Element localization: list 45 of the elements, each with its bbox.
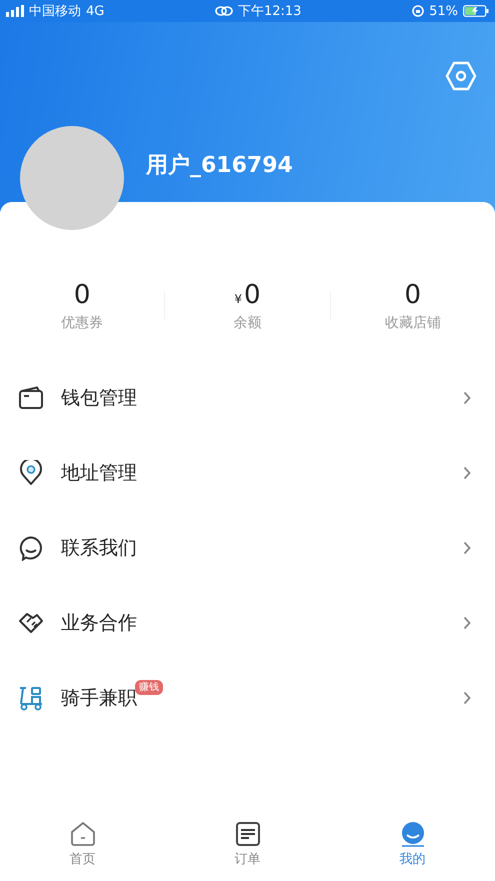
menu-label: 骑手兼职 bbox=[61, 686, 137, 710]
signal-icon bbox=[6, 5, 24, 17]
lock-rotation-icon bbox=[412, 5, 424, 17]
wallet-icon bbox=[18, 384, 44, 410]
stat-value: 0 bbox=[404, 280, 422, 310]
battery-percent: 51% bbox=[429, 4, 458, 18]
tab-item[interactable]: 订单 bbox=[165, 811, 330, 868]
chevron-icon bbox=[463, 690, 471, 704]
username: 用户_616794 bbox=[146, 152, 294, 180]
menu-label: 地址管理 bbox=[61, 460, 137, 484]
stat-item[interactable]: 0 优惠券 bbox=[0, 280, 164, 332]
currency-sign: ¥ bbox=[234, 292, 242, 306]
carrier-name: 中国移动 bbox=[29, 3, 81, 20]
stat-value: 0 bbox=[244, 280, 261, 310]
chat-bubble-icon bbox=[18, 534, 44, 560]
tab-item[interactable]: 首页 bbox=[0, 811, 165, 868]
badge: 赚钱 bbox=[135, 680, 163, 694]
link-icon bbox=[214, 5, 233, 17]
tab-item[interactable]: 我的 bbox=[330, 811, 495, 868]
stat-label: 余额 bbox=[233, 314, 262, 332]
stat-value: 0 bbox=[74, 280, 90, 310]
stat-label: 优惠券 bbox=[61, 314, 104, 332]
stat-item[interactable]: ¥0 余额 bbox=[165, 280, 330, 332]
menu-item[interactable]: 联系我们 bbox=[0, 510, 495, 585]
battery-icon bbox=[462, 5, 489, 17]
document-icon bbox=[234, 821, 260, 847]
menu-item[interactable]: 钱包管理 bbox=[0, 360, 495, 435]
smiley-icon bbox=[400, 821, 426, 847]
stat-label: 收藏店铺 bbox=[384, 314, 441, 332]
chevron-icon bbox=[463, 390, 471, 404]
location-pin-icon bbox=[18, 460, 44, 486]
stat-item[interactable]: 0 收藏店铺 bbox=[330, 280, 495, 332]
menu-label: 联系我们 bbox=[61, 536, 137, 560]
menu-label: 业务合作 bbox=[61, 610, 137, 634]
menu-item[interactable]: 地址管理 bbox=[0, 435, 495, 510]
menu-label: 钱包管理 bbox=[61, 386, 137, 410]
home-icon bbox=[70, 821, 96, 847]
scooter-icon bbox=[18, 684, 44, 710]
settings-icon[interactable] bbox=[445, 60, 477, 92]
chevron-icon bbox=[463, 616, 471, 630]
network-type: 4G bbox=[86, 4, 104, 18]
chevron-icon bbox=[463, 466, 471, 480]
clock-time: 下午12:13 bbox=[238, 3, 302, 20]
chevron-icon bbox=[463, 540, 471, 554]
menu-item[interactable]: 业务合作 bbox=[0, 585, 495, 660]
